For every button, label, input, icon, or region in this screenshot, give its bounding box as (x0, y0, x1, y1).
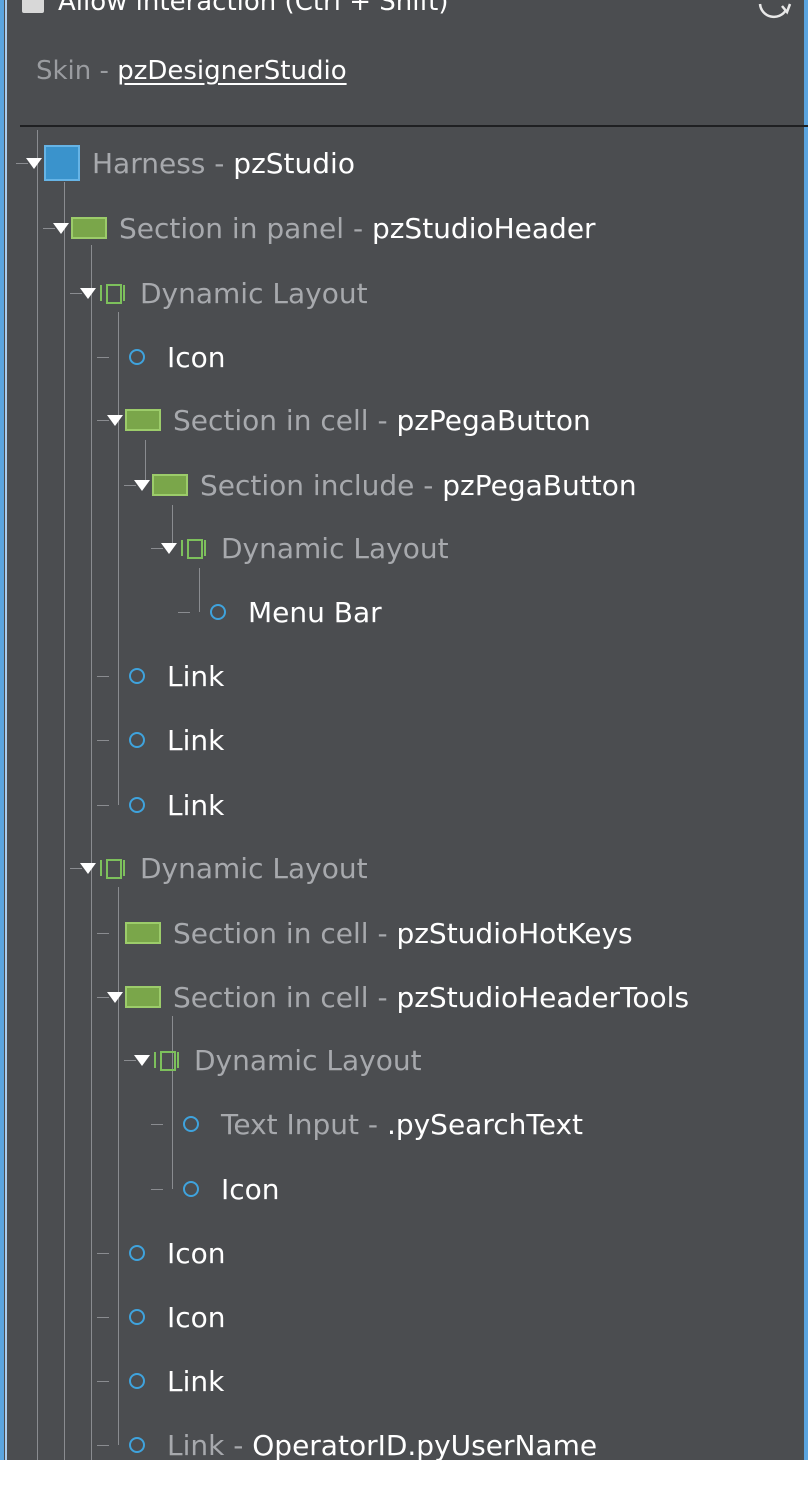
tree-node[interactable]: Section include - pzPegaButton (134, 463, 637, 507)
tree-guide-line (37, 130, 38, 1460)
tree-node[interactable]: Harness - pzStudio (26, 141, 355, 185)
control-icon (129, 797, 145, 813)
tree-node-separator: - (205, 146, 234, 180)
tree-node-separator: - (368, 403, 397, 437)
tree-guide-line (91, 245, 92, 868)
tree-node-separator: - (368, 980, 397, 1014)
tree-node-type: Text Input (221, 1107, 360, 1141)
control-icon (129, 1245, 145, 1261)
tree-node-name: pzPegaButton (396, 403, 591, 437)
tree-node-type: Harness (92, 146, 206, 180)
tree-node-separator: - (359, 1107, 387, 1141)
control-icon (183, 1116, 199, 1132)
tree-node-separator: - (344, 211, 372, 245)
tree-node-type: Section in cell (173, 980, 369, 1014)
tree-node-name: pzStudio (233, 146, 355, 180)
tree-node-name: pzStudioHeader (371, 211, 596, 245)
tree-node-type: Section in cell (173, 403, 369, 437)
expand-arrow-icon[interactable] (134, 1054, 150, 1066)
layout-icon (98, 857, 128, 879)
expand-arrow-icon[interactable] (134, 479, 150, 491)
tree-node[interactable]: Dynamic Layout (161, 526, 449, 570)
tree-node-type: Dynamic Layout (140, 851, 368, 885)
tree-node[interactable]: Section in cell - pzStudioHotKeys (107, 911, 633, 955)
layout-icon (98, 282, 128, 304)
tree-node-type: Dynamic Layout (140, 276, 368, 310)
tree-node[interactable]: Icon (107, 1295, 226, 1339)
harness-icon (44, 145, 80, 181)
control-icon (129, 1309, 145, 1325)
tree-node-type: Icon (167, 340, 226, 374)
tree-node[interactable]: Dynamic Layout (80, 271, 368, 315)
expand-arrow-icon[interactable] (53, 222, 69, 234)
control-icon (129, 668, 145, 684)
expand-arrow-icon[interactable] (80, 862, 96, 874)
tree-guide-line (91, 868, 92, 1460)
tree-node-name: pzPegaButton (442, 468, 637, 502)
tree-node-type: Section in panel (119, 211, 345, 245)
expand-arrow-icon[interactable] (107, 414, 123, 426)
tree-node-separator: - (368, 916, 397, 950)
tree-node[interactable]: Icon (107, 1231, 226, 1275)
tree-node[interactable]: Link (107, 783, 224, 827)
tree-node[interactable]: Link (107, 718, 224, 762)
control-icon (210, 604, 226, 620)
tree-node-name: pzStudioHotKeys (396, 916, 633, 950)
tree-node-type: Section in cell (173, 916, 369, 950)
tree-node-type: Link (167, 659, 225, 693)
expand-arrow-icon[interactable] (26, 157, 42, 169)
tree-node-separator: - (224, 1428, 253, 1461)
tree-node[interactable]: Section in cell - pzPegaButton (107, 398, 591, 442)
tree-node-type: Icon (221, 1172, 280, 1206)
tree-node[interactable]: Section in panel - pzStudioHeader (53, 206, 596, 250)
tree-node[interactable]: Dynamic Layout (80, 846, 368, 890)
tree-guide-line (64, 182, 65, 1460)
expand-arrow-icon[interactable] (80, 287, 96, 299)
tree-node[interactable]: Menu Bar (188, 590, 382, 634)
section-icon (125, 409, 161, 431)
tree-node-type: Dynamic Layout (194, 1043, 422, 1077)
tree-node[interactable]: Dynamic Layout (134, 1038, 422, 1082)
control-icon (129, 1373, 145, 1389)
tree-node-type: Dynamic Layout (221, 531, 449, 565)
tree-node[interactable]: Link - OperatorID.pyUserName (107, 1423, 597, 1460)
control-icon (129, 1437, 145, 1453)
expand-arrow-icon[interactable] (107, 991, 123, 1003)
tree-node-type: Link (167, 1428, 225, 1461)
tree-node-type: Link (167, 723, 225, 757)
tree-node[interactable]: Icon (107, 335, 226, 379)
tree-node-type: Icon (167, 1236, 226, 1270)
control-icon (129, 732, 145, 748)
tree-node-separator: - (414, 468, 443, 502)
control-icon (183, 1181, 199, 1197)
live-ui-panel: Allow interaction (Ctrl + Shift) Skin - … (0, 0, 808, 1460)
tree-node[interactable]: Link (107, 654, 224, 698)
layout-icon (152, 1049, 182, 1071)
ui-element-tree: Harness - pzStudio Section in panel - pzS… (0, 0, 808, 1460)
tree-node-type: Section include (200, 468, 415, 502)
control-icon (129, 349, 145, 365)
expand-arrow-icon[interactable] (161, 542, 177, 554)
tree-node[interactable]: Icon (161, 1167, 280, 1211)
layout-icon (179, 537, 209, 559)
tree-node[interactable]: Link (107, 1359, 224, 1403)
section-icon (125, 986, 161, 1008)
tree-node-type: Menu Bar (248, 595, 382, 629)
tree-node-type: Link (167, 788, 225, 822)
section-icon (125, 922, 161, 944)
tree-node[interactable]: Text Input - .pySearchText (161, 1102, 583, 1146)
section-icon (152, 474, 188, 496)
section-icon (71, 217, 107, 239)
tree-node-name: OperatorID.pyUserName (252, 1428, 598, 1461)
tree-node-name: .pySearchText (386, 1107, 584, 1141)
tree-node-type: Icon (167, 1300, 226, 1334)
tree-node-name: pzStudioHeaderTools (396, 980, 690, 1014)
tree-node-type: Link (167, 1364, 225, 1398)
tree-node[interactable]: Section in cell - pzStudioHeaderTools (107, 975, 689, 1019)
